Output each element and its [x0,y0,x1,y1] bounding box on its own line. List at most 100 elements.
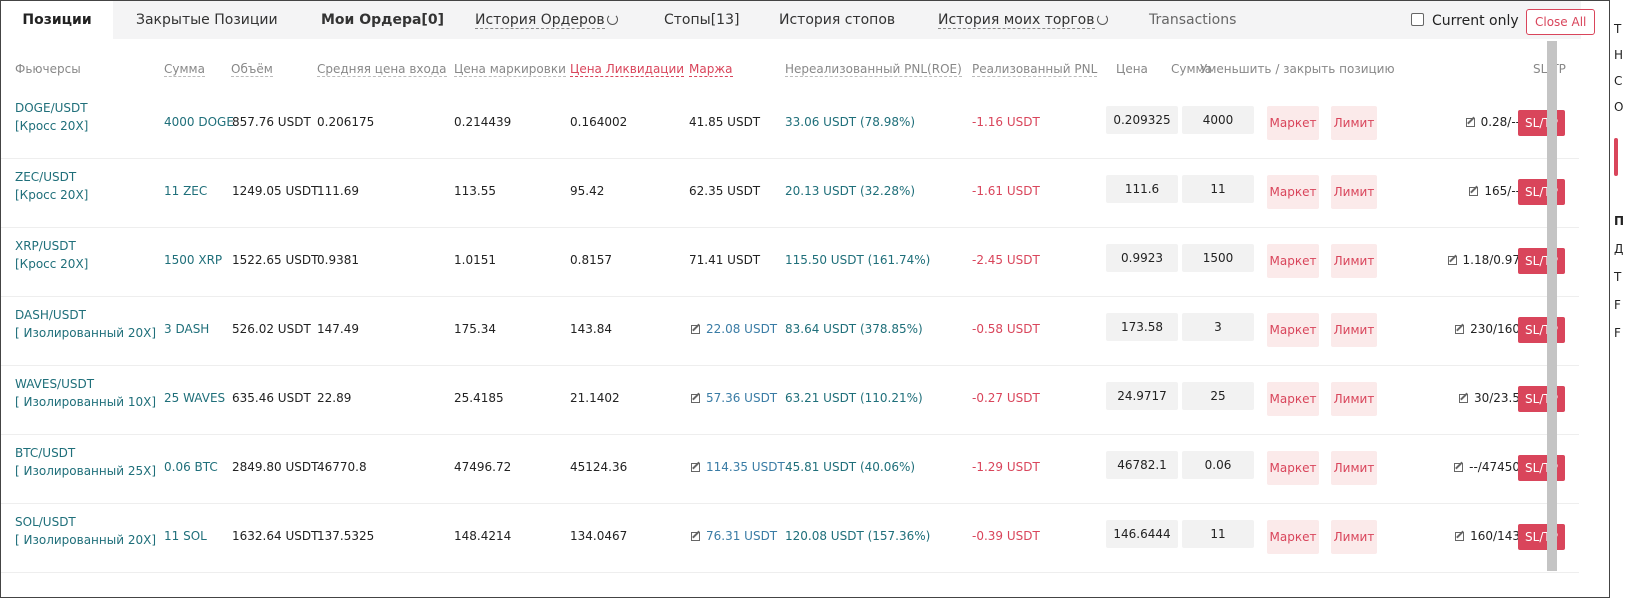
unrealized-pnl-value: 63.21 USDT (110.21%) [785,391,923,405]
sum-input[interactable]: 1500 [1182,244,1254,272]
sltp-value[interactable]: 230/160 [1455,322,1520,336]
sum-input[interactable]: 11 [1182,520,1254,548]
margin-mode: [Кросс 20X] [15,119,89,133]
realized-pnl-value: -1.29 USDT [972,460,1040,474]
edit-icon[interactable] [1454,463,1464,472]
tab-my-trade-history[interactable]: История моих торгов [938,1,1108,39]
sltp-value[interactable]: 160/143 [1455,529,1520,543]
market-close-button[interactable]: Маркет [1267,244,1319,278]
table-row: DASH/USDT [ Изолированный 20X] 3 DASH 526.0… [1,296,1579,366]
limit-close-button[interactable]: Лимит [1331,382,1377,416]
price-input[interactable]: 24.9717 [1106,382,1178,410]
edit-icon[interactable] [691,394,700,403]
sltp-value[interactable]: 0.28/-- [1465,115,1520,129]
edit-icon[interactable] [1465,118,1475,127]
symbol-cell[interactable]: BTC/USDT [ Изолированный 25X] [15,444,156,480]
edit-icon[interactable] [1469,187,1479,196]
symbol-cell[interactable]: XRP/USDT [Кросс 20X] [15,237,88,273]
edit-icon[interactable] [691,325,700,334]
edit-icon[interactable] [1458,394,1468,403]
side-letter: Д [1614,242,1624,256]
market-close-button[interactable]: Маркет [1267,382,1319,416]
edit-icon[interactable] [1455,532,1465,541]
margin-value[interactable]: 76.31 USDT [691,529,777,543]
price-input[interactable]: 46782.1 [1106,451,1178,479]
margin-value[interactable]: 57.36 USDT [691,391,777,405]
price-input[interactable]: 0.209325 [1106,106,1178,134]
unrealized-pnl-value: 115.50 USDT (161.74%) [785,253,931,267]
price-input[interactable]: 111.6 [1106,175,1178,203]
sltp-button[interactable]: SL/TP [1518,455,1565,481]
tab-closed-positions[interactable]: Закрытые Позиции [136,1,278,39]
market-close-button[interactable]: Маркет [1267,520,1319,554]
margin-value[interactable]: 22.08 USDT [691,322,777,336]
edit-icon[interactable] [1455,325,1465,334]
liq-price-value: 134.0467 [570,529,628,543]
side-letter: Т [1614,270,1622,284]
sltp-button[interactable]: SL/TP [1518,524,1565,550]
sum-input[interactable]: 0.06 [1182,451,1254,479]
amount-value: 4000 DOGE [164,115,234,129]
tab-stops[interactable]: Стопы[13] [664,1,739,39]
symbol-cell[interactable]: DASH/USDT [ Изолированный 20X] [15,306,156,342]
market-close-button[interactable]: Маркет [1267,451,1319,485]
liq-price-value: 0.164002 [570,115,628,129]
sltp-value[interactable]: 30/23.5 [1458,391,1520,405]
sltp-value[interactable]: 165/-- [1469,184,1520,198]
refresh-icon[interactable] [606,14,618,25]
limit-close-button[interactable]: Лимит [1331,244,1377,278]
close-all-button[interactable]: Close All [1526,9,1596,35]
sum-input[interactable]: 25 [1182,382,1254,410]
symbol-cell[interactable]: ZEC/USDT [Кросс 20X] [15,168,88,204]
price-input[interactable]: 173.58 [1106,313,1178,341]
table-row: SOL/USDT [ Изолированный 20X] 11 SOL 1632.6… [1,503,1579,573]
mark-price-value: 175.34 [454,322,496,336]
col-volume: Объём [231,62,273,77]
col-price: Цена [1116,62,1148,76]
sum-input[interactable]: 3 [1182,313,1254,341]
pair-name: BTC/USDT [15,446,76,460]
price-input[interactable]: 0.9923 [1106,244,1178,272]
side-letter: F [1614,326,1621,340]
edit-icon[interactable] [691,532,700,541]
tab-transactions[interactable]: Transactions [1149,1,1236,39]
checkbox-icon[interactable] [1411,13,1424,26]
tab-positions[interactable]: Позиции [1,1,113,39]
tab-order-history[interactable]: История Ордеров [475,1,618,39]
avg-entry-value: 147.49 [317,322,359,336]
current-only-toggle[interactable]: Current only [1411,1,1519,41]
limit-close-button[interactable]: Лимит [1331,313,1377,347]
volume-value: 1522.65 USDT [232,253,319,267]
sltp-button[interactable]: SL/TP [1518,386,1565,412]
volume-value: 857.76 USDT [232,115,311,129]
sltp-value[interactable]: 1.18/0.97 [1447,253,1520,267]
sltp-button[interactable]: SL/TP [1518,179,1565,205]
price-input[interactable]: 146.6444 [1106,520,1178,548]
liq-price-value: 21.1402 [570,391,620,405]
symbol-cell[interactable]: DOGE/USDT [Кросс 20X] [15,99,88,135]
market-close-button[interactable]: Маркет [1267,175,1319,209]
market-close-button[interactable]: Маркет [1267,106,1319,140]
limit-close-button[interactable]: Лимит [1331,175,1377,209]
tab-my-orders[interactable]: Мои Ордера[0] [321,1,444,39]
refresh-icon[interactable] [1096,14,1108,25]
sum-input[interactable]: 4000 [1182,106,1254,134]
symbol-cell[interactable]: WAVES/USDT [ Изолированный 10X] [15,375,156,411]
sltp-button[interactable]: SL/TP [1518,248,1565,274]
limit-close-button[interactable]: Лимит [1331,106,1377,140]
margin-value[interactable]: 114.35 USDT [691,460,785,474]
market-close-button[interactable]: Маркет [1267,313,1319,347]
sltp-button[interactable]: SL/TP [1518,317,1565,343]
symbol-cell[interactable]: SOL/USDT [ Изолированный 20X] [15,513,156,549]
edit-icon[interactable] [1447,256,1457,265]
sltp-button[interactable]: SL/TP [1518,110,1565,136]
sum-input[interactable]: 11 [1182,175,1254,203]
scrollbar[interactable] [1547,41,1557,571]
edit-icon[interactable] [691,463,700,472]
tab-stop-history[interactable]: История стопов [779,1,895,39]
limit-close-button[interactable]: Лимит [1331,520,1377,554]
side-accent [1614,138,1618,176]
table-row: DOGE/USDT [Кросс 20X] 4000 DOGE 857.76 USDT… [1,89,1579,159]
sltp-value[interactable]: --/47450 [1454,460,1520,474]
limit-close-button[interactable]: Лимит [1331,451,1377,485]
